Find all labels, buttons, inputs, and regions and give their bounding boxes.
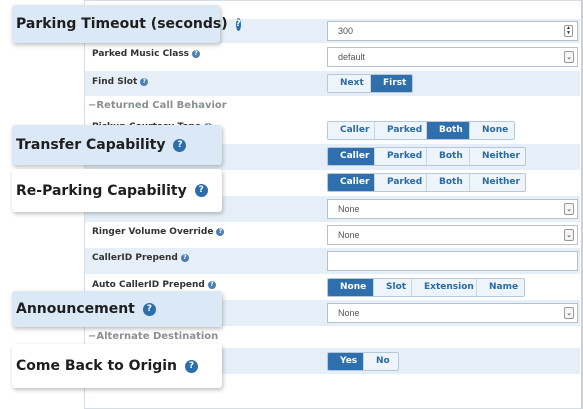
pickup-courtesy-tone-toggle: Caller Parked Both None [327, 121, 515, 140]
help-icon[interactable]: ? [235, 17, 241, 31]
transfer-both-button[interactable]: Both [427, 148, 470, 165]
chevron-down-icon: ⌄ [564, 229, 574, 241]
section-returned-call-behavior[interactable]: −Returned Call Behavior [88, 100, 227, 111]
reparking-neither-button[interactable]: Neither [470, 174, 525, 191]
parked-music-class-select[interactable]: default ⌄ [327, 47, 578, 67]
help-icon[interactable]: ? [173, 138, 187, 152]
callerid-prepend-label: CallerID Prepend [92, 253, 178, 263]
auto-cid-extension-button[interactable]: Extension [412, 279, 477, 296]
parking-timeout-value: 300 [338, 26, 354, 36]
reparking-both-button[interactable]: Both [427, 174, 470, 191]
find-slot-next-button[interactable]: Next [328, 75, 371, 92]
find-slot-label: Find Slot [92, 77, 138, 87]
callout-reparking-capability: Re-Parking Capability? [12, 169, 222, 212]
transfer-neither-button[interactable]: Neither [470, 148, 525, 165]
ringer-volume-override-value: None [338, 230, 360, 240]
help-icon[interactable]: ? [180, 254, 189, 262]
chevron-down-icon: ⌄ [564, 307, 574, 319]
auto-callerid-prepend-toggle: None Slot Extension Name [327, 278, 525, 297]
announcement-value: None [338, 308, 360, 318]
parked-music-class-value: default [338, 52, 366, 62]
come-back-yes-button[interactable]: Yes [328, 353, 364, 370]
spinner-icon[interactable]: ▲ ▼ [564, 25, 573, 37]
reparking-caller-button[interactable]: Caller [328, 174, 375, 191]
auto-callerid-prepend-label: Auto CallerID Prepend [92, 280, 205, 290]
transfer-capability-label: Transfer Capability [16, 137, 166, 153]
callerid-prepend-input[interactable] [327, 251, 578, 271]
callout-parking-timeout: Parking Timeout (seconds)? [12, 5, 241, 43]
transfer-caller-button[interactable]: Caller [328, 148, 375, 165]
pickup-caller-button[interactable]: Caller [328, 122, 375, 139]
callout-transfer-capability: Transfer Capability? [12, 125, 222, 165]
chevron-down-icon: ⌄ [564, 51, 574, 63]
find-slot-toggle: Next First [327, 74, 413, 93]
pickup-none-button[interactable]: None [470, 122, 514, 139]
help-icon[interactable]: ? [192, 50, 201, 58]
transfer-parked-button[interactable]: Parked [375, 148, 427, 165]
help-icon[interactable]: ? [142, 302, 156, 316]
reparking-capability-label: Re-Parking Capability [16, 182, 187, 199]
auto-cid-none-button[interactable]: None [328, 279, 374, 296]
announcement-label: Announcement [16, 301, 135, 317]
help-icon[interactable]: ? [216, 228, 225, 236]
auto-cid-slot-button[interactable]: Slot [374, 279, 412, 296]
ringer-volume-override-select[interactable]: None ⌄ [327, 225, 578, 245]
help-icon[interactable]: ? [207, 281, 216, 289]
reparking-parked-button[interactable]: Parked [375, 174, 427, 191]
chevron-down-icon: ⌄ [564, 203, 574, 215]
find-slot-first-button[interactable]: First [371, 75, 412, 92]
callout-come-back-to-origin: Come Back to Origin? [12, 344, 222, 388]
help-icon[interactable]: ? [194, 184, 208, 197]
alert-info-select[interactable]: None ⌄ [327, 199, 578, 219]
come-back-no-button[interactable]: No [364, 353, 398, 370]
announcement-select[interactable]: None ⌄ [327, 303, 578, 323]
come-back-to-origin-label: Come Back to Origin [16, 358, 178, 374]
pickup-parked-button[interactable]: Parked [375, 122, 427, 139]
auto-cid-name-button[interactable]: Name [477, 279, 524, 296]
parking-timeout-label: Parking Timeout (seconds) [16, 16, 228, 32]
section-alternate-destination[interactable]: −Alternate Destination [88, 331, 218, 342]
help-icon[interactable]: ? [185, 359, 199, 373]
pickup-both-button[interactable]: Both [427, 122, 470, 139]
ringer-volume-override-label: Ringer Volume Override [92, 227, 214, 237]
parked-music-class-label: Parked Music Class [92, 49, 190, 59]
parking-timeout-input[interactable]: 300 ▲ ▼ [327, 21, 578, 41]
alert-info-value: None [338, 204, 360, 214]
reparking-capability-toggle: Caller Parked Both Neither [327, 173, 526, 192]
callout-announcement: Announcement? [12, 291, 222, 327]
help-icon[interactable]: ? [140, 78, 149, 86]
transfer-capability-toggle: Caller Parked Both Neither [327, 147, 526, 166]
come-back-to-origin-toggle: Yes No [327, 352, 399, 371]
